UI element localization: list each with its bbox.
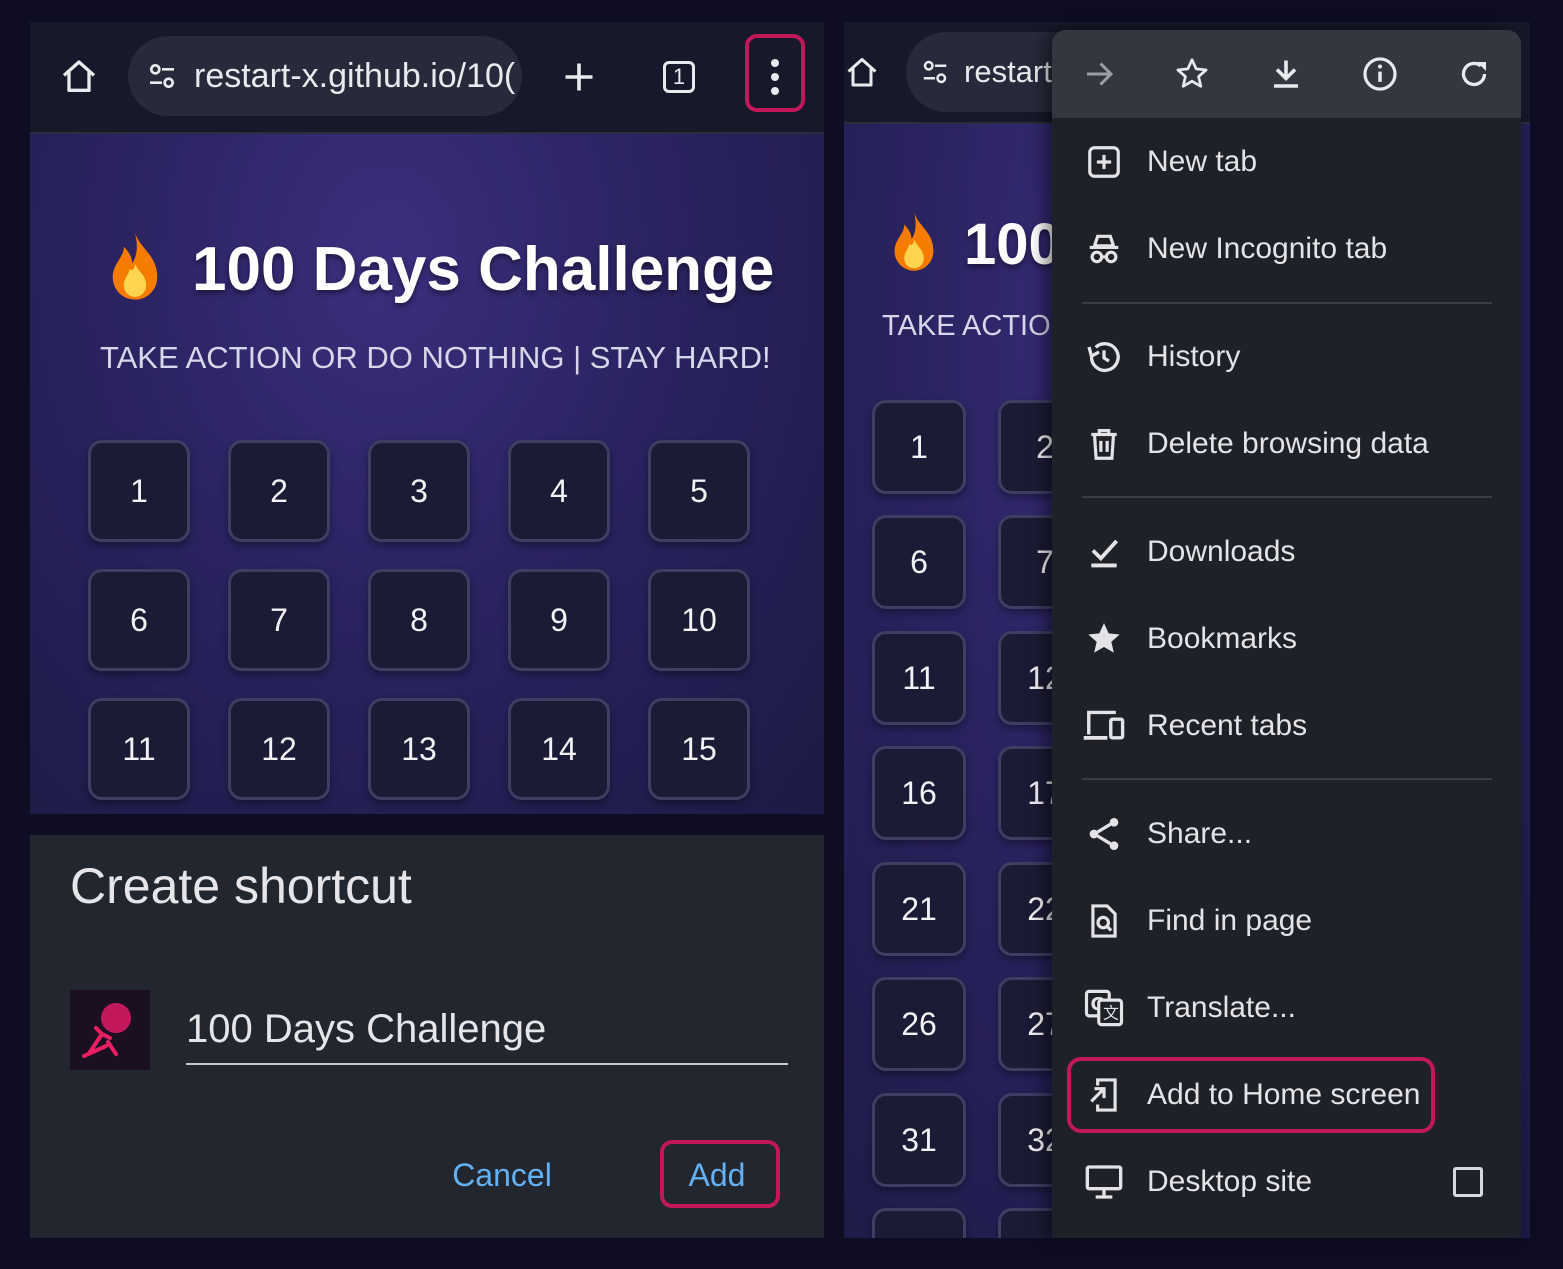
- create-shortcut-dialog: Create shortcut Cancel Add: [30, 835, 824, 1238]
- app-icon: [70, 990, 150, 1070]
- menu-item-bookmarks[interactable]: Bookmarks: [1052, 604, 1521, 674]
- fire-icon: [884, 210, 944, 278]
- day-button[interactable]: 1: [872, 400, 966, 494]
- home-icon[interactable]: [54, 52, 104, 102]
- info-icon[interactable]: [1358, 52, 1402, 96]
- reload-icon[interactable]: [1452, 52, 1496, 96]
- history-icon: [1082, 335, 1126, 379]
- menu-item-label: Delete browsing data: [1147, 427, 1429, 460]
- cancel-button[interactable]: Cancel: [432, 1145, 572, 1205]
- browser-toolbar: restart-x.github.io/10( 1: [30, 22, 824, 134]
- download-icon[interactable]: [1264, 52, 1308, 96]
- url-text: restart-x.github.io/10(: [194, 56, 516, 95]
- day-button[interactable]: 1: [88, 440, 190, 542]
- day-button[interactable]: 12: [228, 698, 330, 800]
- page-title: 100: [964, 211, 1061, 277]
- new-tab-plus-icon[interactable]: [554, 52, 604, 102]
- shortcut-name-input[interactable]: [186, 995, 788, 1065]
- dialog-title: Create shortcut: [70, 858, 412, 914]
- menu-item-delete-browsing-data[interactable]: Delete browsing data: [1052, 409, 1521, 479]
- day-button[interactable]: 26: [872, 977, 966, 1071]
- menu-item-new-tab[interactable]: New tab: [1052, 127, 1521, 197]
- menu-item-label: Recent tabs: [1147, 709, 1308, 742]
- menu-item-history[interactable]: History: [1052, 322, 1521, 392]
- add-to-home-highlight: [1067, 1057, 1435, 1133]
- desktop-icon: [1082, 1160, 1126, 1204]
- web-page: 100 Days Challenge TAKE ACTION OR DO NOT…: [30, 134, 824, 814]
- tab-count: 1: [663, 61, 695, 93]
- bookmark-star-icon[interactable]: [1170, 52, 1214, 96]
- menu-item-translate[interactable]: G文 Translate...: [1052, 973, 1521, 1043]
- menu-item-downloads[interactable]: Downloads: [1052, 517, 1521, 587]
- incognito-icon: [1082, 227, 1126, 271]
- share-icon: [1082, 812, 1126, 856]
- site-settings-icon[interactable]: [920, 57, 950, 87]
- forward-icon[interactable]: [1077, 52, 1121, 96]
- menu-divider: [1082, 778, 1492, 780]
- svg-text:文: 文: [1103, 1004, 1119, 1023]
- menu-item-label: Downloads: [1147, 535, 1296, 568]
- day-button[interactable]: 5: [648, 440, 750, 542]
- page-header: 100 Days Challenge: [100, 230, 774, 308]
- day-button[interactable]: 6: [88, 569, 190, 671]
- menu-item-label: New tab: [1147, 145, 1258, 178]
- new-tab-icon: [1082, 140, 1126, 184]
- day-button[interactable]: 9: [508, 569, 610, 671]
- day-button[interactable]: 31: [872, 1093, 966, 1187]
- menu-item-label: Share...: [1147, 817, 1253, 850]
- more-options-highlight: [745, 34, 805, 112]
- menu-divider: [1082, 302, 1492, 304]
- day-button[interactable]: 3: [368, 440, 470, 542]
- menu-item-new-incognito-tab[interactable]: New Incognito tab: [1052, 214, 1521, 284]
- tab-switcher-button[interactable]: 1: [654, 52, 704, 102]
- day-button[interactable]: 4: [508, 440, 610, 542]
- day-button[interactable]: 8: [368, 569, 470, 671]
- day-button[interactable]: 7: [228, 569, 330, 671]
- menu-item-label: History: [1147, 340, 1241, 373]
- browser-overflow-menu: New tab New Incognito tab History Delete…: [1052, 30, 1521, 1238]
- downloads-icon: [1082, 530, 1126, 574]
- menu-item-recent-tabs[interactable]: Recent tabs: [1052, 691, 1521, 761]
- day-button[interactable]: 15: [648, 698, 750, 800]
- site-settings-icon[interactable]: [146, 60, 178, 92]
- page-title: 100 Days Challenge: [192, 234, 775, 304]
- day-button[interactable]: 6: [872, 515, 966, 609]
- day-button[interactable]: 14: [508, 698, 610, 800]
- url-text: restart: [964, 54, 1052, 89]
- day-button[interactable]: 16: [872, 746, 966, 840]
- page-subtitle: TAKE ACTION: [882, 310, 1072, 342]
- day-button[interactable]: 11: [872, 631, 966, 725]
- day-button[interactable]: 2: [228, 440, 330, 542]
- desktop-site-checkbox[interactable]: [1453, 1167, 1483, 1197]
- menu-item-find-in-page[interactable]: Find in page: [1052, 886, 1521, 956]
- day-button[interactable]: [872, 1208, 966, 1238]
- translate-icon: G文: [1082, 986, 1126, 1030]
- star-icon: [1082, 617, 1126, 661]
- home-icon[interactable]: [844, 48, 880, 98]
- menu-item-label: New Incognito tab: [1147, 232, 1388, 265]
- menu-item-label: Bookmarks: [1147, 622, 1298, 655]
- menu-action-row: [1052, 30, 1521, 118]
- devices-icon: [1082, 704, 1126, 748]
- menu-item-label: Desktop site: [1147, 1165, 1313, 1198]
- left-screenshot: restart-x.github.io/10( 1 100 Days Chall…: [30, 22, 824, 1238]
- menu-item-label: Find in page: [1147, 904, 1313, 937]
- page-subtitle: TAKE ACTION OR DO NOTHING | STAY HARD!: [100, 340, 771, 375]
- menu-item-desktop-site[interactable]: Desktop site: [1052, 1147, 1521, 1217]
- fire-icon: [100, 230, 170, 308]
- trash-icon: [1082, 422, 1126, 466]
- day-button[interactable]: 10: [648, 569, 750, 671]
- day-button[interactable]: 13: [368, 698, 470, 800]
- page-header: 100: [884, 210, 1061, 278]
- address-bar[interactable]: restart-x.github.io/10(: [128, 36, 522, 116]
- day-button[interactable]: 21: [872, 862, 966, 956]
- menu-item-share[interactable]: Share...: [1052, 799, 1521, 869]
- day-button[interactable]: 11: [88, 698, 190, 800]
- find-in-page-icon: [1082, 899, 1126, 943]
- menu-divider: [1082, 496, 1492, 498]
- menu-item-label: Translate...: [1147, 991, 1296, 1024]
- add-button-highlight: [660, 1140, 780, 1208]
